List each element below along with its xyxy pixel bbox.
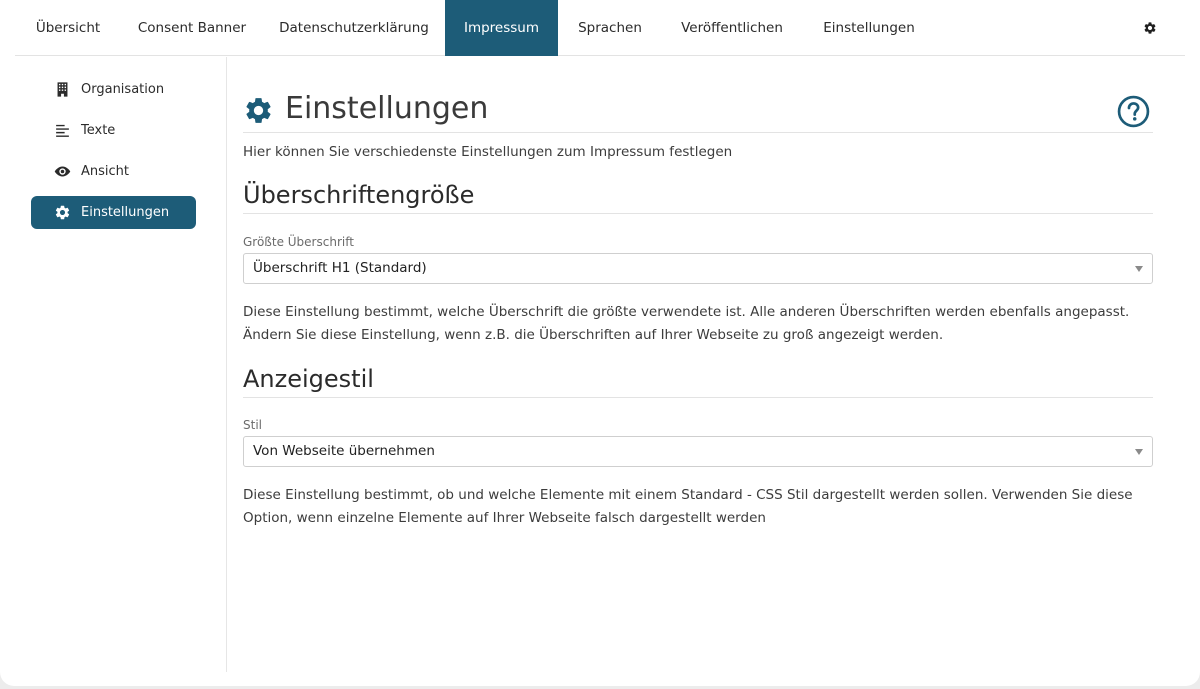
sidebar: Organisation Texte Ansicht Einstellungen (15, 57, 227, 672)
section-heading-ueberschriftengroesse: Überschriftengröße (243, 181, 1153, 214)
sidebar-item-einstellungen[interactable]: Einstellungen (31, 196, 196, 229)
top-navigation: Übersicht Consent Banner Datenschutzerkl… (15, 0, 1185, 56)
section-heading-anzeigestil: Anzeigestil (243, 365, 1153, 398)
dropdown-arrow-icon (1135, 449, 1143, 455)
sidebar-item-ansicht[interactable]: Ansicht (31, 155, 196, 188)
tab-uebersicht[interactable]: Übersicht (15, 0, 121, 56)
field-label-groesste-ueberschrift: Größte Überschrift (243, 235, 354, 249)
tab-veroeffentlichen[interactable]: Veröffentlichen (662, 0, 802, 56)
align-left-icon (56, 124, 69, 137)
heading-size-select[interactable]: Überschrift H1 (Standard) (243, 253, 1153, 284)
sidebar-item-label: Einstellungen (81, 205, 170, 220)
section-description: Diese Einstellung bestimmt, ob und welch… (243, 487, 1133, 526)
display-style-select[interactable]: Von Webseite übernehmen (243, 436, 1153, 467)
sidebar-item-label: Texte (81, 123, 116, 138)
sidebar-item-label: Organisation (81, 82, 165, 97)
sidebar-item-organisation[interactable]: Organisation (31, 73, 196, 106)
sidebar-item-texte[interactable]: Texte (31, 114, 196, 147)
gear-icon (246, 98, 271, 123)
question-circle-icon[interactable] (1117, 95, 1150, 128)
tab-datenschutzerklaerung[interactable]: Datenschutzerklärung (263, 0, 445, 56)
field-label-stil: Stil (243, 418, 262, 432)
tab-einstellungen[interactable]: Einstellungen (802, 0, 936, 56)
page-title: Einstellungen (285, 91, 489, 126)
main-content: Einstellungen Hier können Sie verschiede… (243, 57, 1154, 672)
gear-icon (55, 205, 70, 220)
tab-sprachen[interactable]: Sprachen (558, 0, 662, 56)
tab-consent-banner[interactable]: Consent Banner (121, 0, 263, 56)
gear-icon[interactable] (1143, 21, 1157, 35)
eye-icon (54, 166, 71, 177)
dropdown-arrow-icon (1135, 266, 1143, 272)
select-value: Überschrift H1 (Standard) (253, 260, 427, 276)
building-icon (57, 82, 68, 97)
sidebar-item-label: Ansicht (81, 164, 130, 179)
section-description: Diese Einstellung bestimmt, welche Übers… (243, 304, 1130, 343)
page-header: Einstellungen (243, 85, 1153, 133)
intro-text: Hier können Sie verschiedenste Einstellu… (243, 144, 733, 160)
tab-impressum[interactable]: Impressum (445, 0, 558, 56)
app-window: Übersicht Consent Banner Datenschutzerkl… (0, 0, 1200, 686)
select-value: Von Webseite übernehmen (253, 443, 435, 459)
